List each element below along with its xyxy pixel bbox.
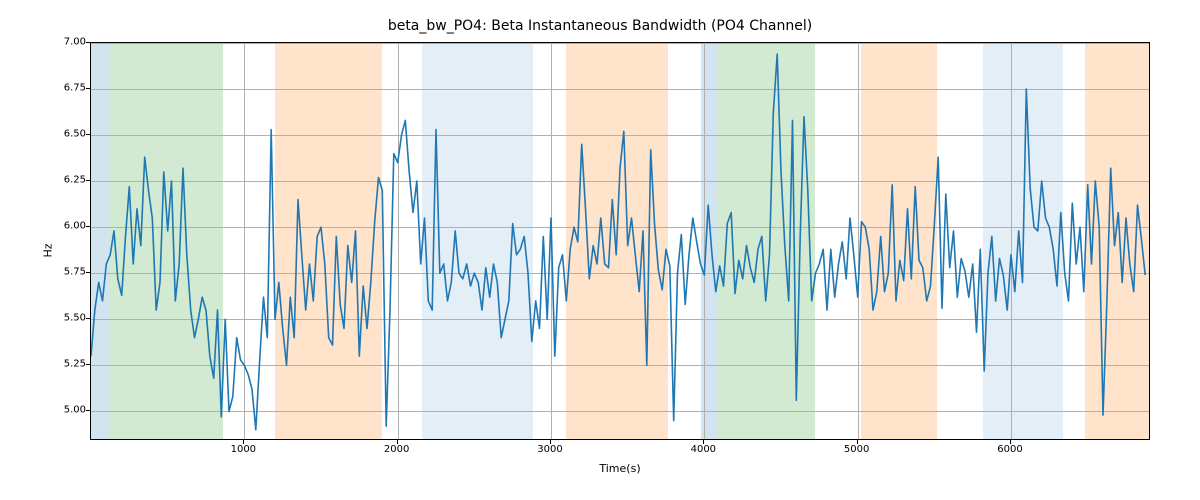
x-tick-label: 6000 xyxy=(980,444,1040,455)
chart-title: beta_bw_PO4: Beta Instantaneous Bandwidt… xyxy=(0,18,1200,34)
y-axis-label: Hz xyxy=(38,0,58,500)
y-tick-label: 6.25 xyxy=(26,175,86,186)
y-tick-label: 6.00 xyxy=(26,221,86,232)
x-tick-label: 1000 xyxy=(213,444,273,455)
x-axis-label: Time(s) xyxy=(90,462,1150,475)
x-tick-label: 3000 xyxy=(520,444,580,455)
figure: beta_bw_PO4: Beta Instantaneous Bandwidt… xyxy=(0,0,1200,500)
y-tick-mark xyxy=(86,134,90,135)
x-tick-mark xyxy=(1010,440,1011,444)
x-tick-label: 2000 xyxy=(367,444,427,455)
x-tick-label: 5000 xyxy=(827,444,887,455)
x-tick-mark xyxy=(857,440,858,444)
y-tick-label: 7.00 xyxy=(26,37,86,48)
y-tick-label: 5.00 xyxy=(26,405,86,416)
plot-area xyxy=(90,42,1150,440)
y-tick-label: 5.75 xyxy=(26,267,86,278)
line-series xyxy=(91,43,1149,439)
y-tick-mark xyxy=(86,318,90,319)
y-tick-label: 6.50 xyxy=(26,129,86,140)
y-tick-mark xyxy=(86,180,90,181)
y-tick-mark xyxy=(86,410,90,411)
x-tick-mark xyxy=(243,440,244,444)
y-tick-mark xyxy=(86,88,90,89)
x-tick-label: 4000 xyxy=(673,444,733,455)
y-tick-mark xyxy=(86,272,90,273)
y-tick-label: 5.25 xyxy=(26,359,86,370)
y-tick-label: 6.75 xyxy=(26,83,86,94)
y-tick-mark xyxy=(86,226,90,227)
y-tick-mark xyxy=(86,364,90,365)
y-tick-mark xyxy=(86,42,90,43)
x-tick-mark xyxy=(703,440,704,444)
x-tick-mark xyxy=(397,440,398,444)
y-tick-label: 5.50 xyxy=(26,313,86,324)
x-tick-mark xyxy=(550,440,551,444)
